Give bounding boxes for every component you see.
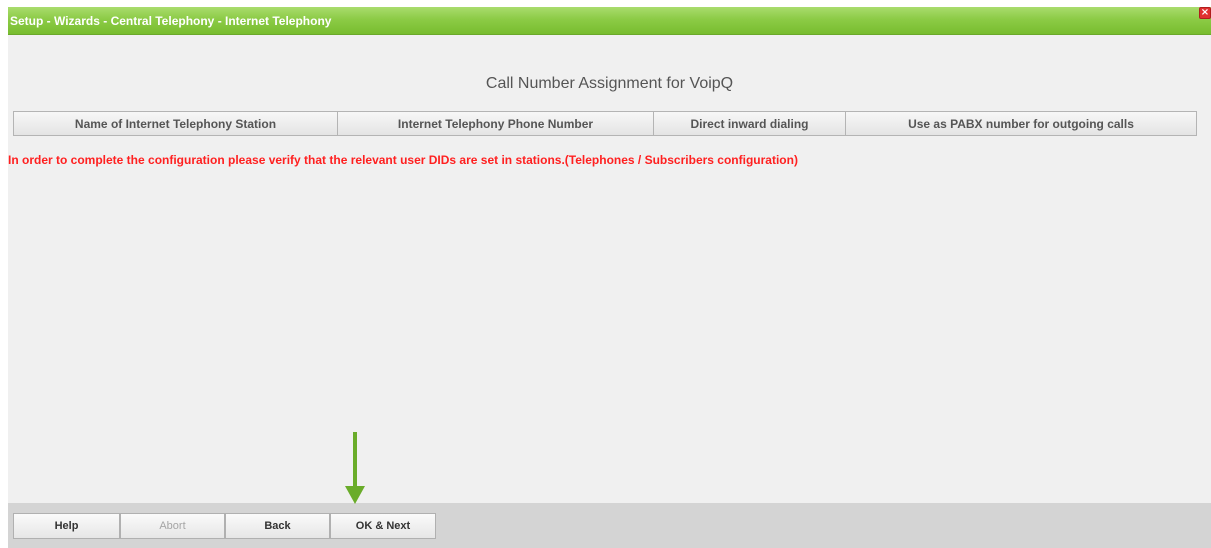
arrow-down-icon [345, 432, 365, 504]
wizard-window: Setup - Wizards - Central Telephony - In… [8, 7, 1211, 548]
column-header-direct-inward-dialing: Direct inward dialing [654, 112, 846, 135]
button-bar: Help Abort Back OK & Next [8, 503, 1211, 548]
page-title: Call Number Assignment for VoipQ [485, 75, 734, 92]
warning-message: In order to complete the configuration p… [8, 153, 798, 167]
title-bar: Setup - Wizards - Central Telephony - In… [8, 7, 1211, 35]
ok-next-button[interactable]: OK & Next [330, 513, 436, 539]
main-content: Call Number Assignment for VoipQ Name of… [8, 36, 1211, 503]
column-header-pabx-number: Use as PABX number for outgoing calls [908, 116, 1134, 131]
close-icon[interactable]: × [1199, 7, 1211, 19]
column-header-station-name: Name of Internet Telephony Station [14, 112, 338, 135]
table-header: Name of Internet Telephony Station Inter… [13, 111, 1197, 136]
window-title: Setup - Wizards - Central Telephony - In… [10, 14, 332, 28]
help-button[interactable]: Help [13, 513, 120, 539]
back-button[interactable]: Back [225, 513, 330, 539]
column-header-phone-number: Internet Telephony Phone Number [338, 112, 654, 135]
abort-button[interactable]: Abort [120, 513, 225, 539]
